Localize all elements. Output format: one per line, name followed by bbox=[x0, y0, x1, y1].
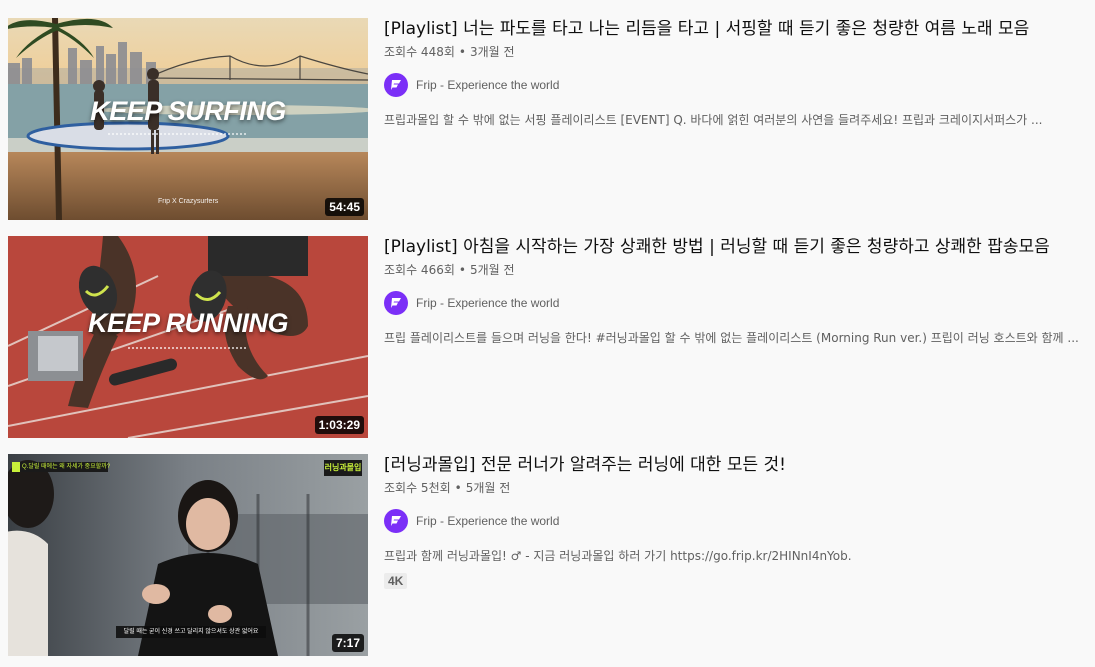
video-description: 프립 플레이리스트를 들으며 러닝을 한다! #러닝과몰입 할 수 밖에 없는 … bbox=[384, 331, 1079, 345]
thumbnail-caption: Frip X Crazysurfers bbox=[158, 198, 219, 205]
video-description: 프립과 함께 러닝과몰입! ♂ - 지금 러닝과몰입 하러 가기 https:/… bbox=[384, 549, 852, 563]
thumbnail-headline: KEEP RUNNING bbox=[87, 308, 289, 338]
separator-dot: • bbox=[454, 481, 462, 495]
frip-logo-icon bbox=[391, 516, 401, 526]
video-metadata: 조회수 448회 • 3개월 전 bbox=[384, 43, 1089, 61]
duration-badge: 1:03:29 bbox=[314, 416, 364, 434]
video-title[interactable]: [러닝과몰입] 전문 러너가 알려주는 러닝에 대한 모든 것! bbox=[384, 454, 1089, 477]
channel-avatar[interactable] bbox=[384, 291, 408, 315]
video-info: [Playlist] 너는 파도를 타고 나는 리듬을 타고 | 서핑할 때 듣… bbox=[384, 18, 1089, 129]
upload-age: 5개월 전 bbox=[469, 263, 515, 277]
video-info: [러닝과몰입] 전문 러너가 알려주는 러닝에 대한 모든 것! 조회수 5천회… bbox=[384, 454, 1089, 589]
video-item[interactable]: KEEP RUNNING 1:03:29 [Playlist] 아침을 시작하는… bbox=[8, 236, 1095, 438]
duration-badge: 54:45 bbox=[325, 198, 364, 216]
thumbnail-show-logo: 러닝과몰입 bbox=[324, 463, 362, 472]
upload-age: 5개월 전 bbox=[465, 481, 511, 495]
interview-thumbnail-image bbox=[8, 454, 368, 656]
thumbnail-subtitle: 달릴 때는 굳이 신경 쓰고 달리지 않으셔도 상관 없어요 bbox=[123, 629, 259, 635]
thumbnail-headline: KEEP SURFING bbox=[90, 96, 286, 126]
frip-logo-icon bbox=[391, 80, 401, 90]
channel-row[interactable]: Frip - Experience the world bbox=[384, 509, 1089, 533]
video-thumbnail[interactable]: KEEP RUNNING 1:03:29 bbox=[8, 236, 368, 438]
video-thumbnail[interactable]: KEEP SURFING Frip X Crazysurfers 54:45 bbox=[8, 18, 368, 220]
upload-age: 3개월 전 bbox=[469, 45, 515, 59]
channel-avatar[interactable] bbox=[384, 73, 408, 97]
view-count: 조회수 5천회 bbox=[384, 481, 451, 495]
view-count: 조회수 466회 bbox=[384, 263, 455, 277]
separator-dot: • bbox=[458, 263, 466, 277]
video-metadata: 조회수 466회 • 5개월 전 bbox=[384, 261, 1089, 279]
channel-name[interactable]: Frip - Experience the world bbox=[416, 296, 559, 310]
thumbnail-question-caption: Q.달릴 때에는 왜 자세가 중요할까? bbox=[22, 464, 111, 470]
video-item[interactable]: KEEP SURFING Frip X Crazysurfers 54:45 [… bbox=[8, 18, 1095, 220]
video-item[interactable]: Q.달릴 때에는 왜 자세가 중요할까? 러닝과몰입 달릴 때는 굳이 신경 쓰… bbox=[8, 454, 1095, 656]
video-title[interactable]: [Playlist] 너는 파도를 타고 나는 리듬을 타고 | 서핑할 때 듣… bbox=[384, 18, 1089, 41]
channel-name[interactable]: Frip - Experience the world bbox=[416, 78, 559, 92]
video-info: [Playlist] 아침을 시작하는 가장 상쾌한 방법 | 러닝할 때 듣기… bbox=[384, 236, 1089, 347]
separator-dot: • bbox=[458, 45, 466, 59]
channel-row[interactable]: Frip - Experience the world bbox=[384, 291, 1089, 315]
video-metadata: 조회수 5천회 • 5개월 전 bbox=[384, 479, 1089, 497]
search-results: KEEP SURFING Frip X Crazysurfers 54:45 [… bbox=[0, 0, 1095, 667]
video-description: 프립과몰입 할 수 밖에 없는 서핑 플레이리스트 [EVENT] Q. 바다에… bbox=[384, 113, 1043, 127]
quality-badge: 4K bbox=[384, 573, 408, 589]
view-count: 조회수 448회 bbox=[384, 45, 455, 59]
frip-logo-icon bbox=[391, 298, 401, 308]
video-thumbnail[interactable]: Q.달릴 때에는 왜 자세가 중요할까? 러닝과몰입 달릴 때는 굳이 신경 쓰… bbox=[8, 454, 368, 656]
channel-avatar[interactable] bbox=[384, 509, 408, 533]
video-title[interactable]: [Playlist] 아침을 시작하는 가장 상쾌한 방법 | 러닝할 때 듣기… bbox=[384, 236, 1089, 259]
channel-name[interactable]: Frip - Experience the world bbox=[416, 514, 559, 528]
channel-row[interactable]: Frip - Experience the world bbox=[384, 73, 1089, 97]
duration-badge: 7:17 bbox=[331, 634, 364, 652]
